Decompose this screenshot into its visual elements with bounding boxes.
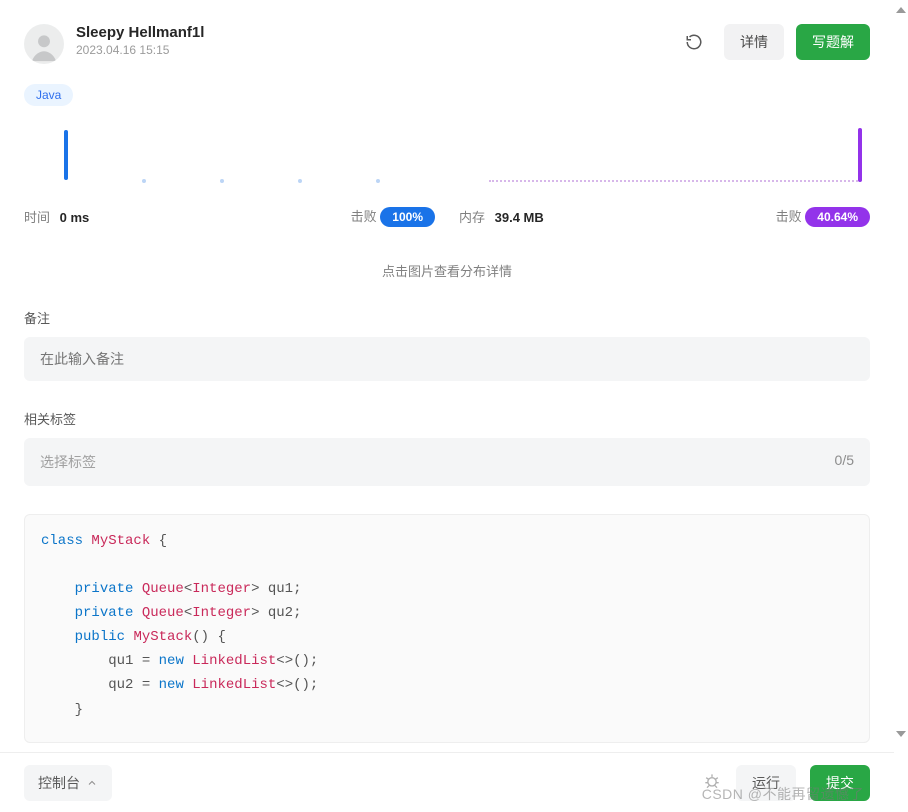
refresh-button[interactable]: [676, 24, 712, 60]
stats-row: 时间 0 ms 击败 100% 内存 39.4 MB 击败: [24, 128, 870, 227]
runtime-chart[interactable]: [24, 128, 435, 184]
refresh-icon: [685, 33, 703, 51]
memory-track-icon: [489, 180, 858, 182]
memory-bar-icon: [858, 128, 862, 182]
distribution-hint[interactable]: 点击图片查看分布详情: [24, 261, 870, 280]
memory-beats-label: 击败: [776, 209, 802, 224]
code-kw: private: [75, 605, 134, 621]
avatar[interactable]: [24, 24, 64, 64]
header-actions: 详情 写题解: [676, 24, 870, 60]
runtime-labels: 时间 0 ms 击败 100%: [24, 206, 435, 227]
vertical-scrollbar[interactable]: [894, 0, 908, 812]
code-kw: public: [75, 629, 125, 645]
runtime-value: 0 ms: [60, 210, 90, 225]
detail-button[interactable]: 详情: [724, 24, 784, 60]
username[interactable]: Sleepy Hellmanf1l: [76, 24, 676, 41]
code-brace: {: [150, 533, 167, 549]
runtime-panel[interactable]: 时间 0 ms 击败 100%: [24, 128, 435, 227]
code-kw: class: [41, 533, 83, 549]
content-area: Sleepy Hellmanf1l 2023.04.16 15:15 详情 写题…: [0, 0, 894, 752]
tag-count: 0/5: [835, 452, 854, 472]
memory-panel[interactable]: 内存 39.4 MB 击败 40.64%: [459, 128, 870, 227]
code-ctor: MyStack: [133, 629, 192, 645]
code-classname: MyStack: [91, 533, 150, 549]
submit-button[interactable]: 提交: [810, 765, 870, 801]
memory-beats-badge: 40.64%: [805, 207, 870, 227]
runtime-label: 时间: [24, 210, 50, 225]
code-type: Queue: [142, 581, 184, 597]
code-block[interactable]: class MyStack { private Queue<Integer> q…: [24, 514, 870, 743]
runtime-dots: [24, 179, 435, 183]
tag-select[interactable]: 选择标签 0/5: [24, 438, 870, 486]
code-kw: private: [75, 581, 134, 597]
user-block: Sleepy Hellmanf1l 2023.04.16 15:15: [76, 24, 676, 57]
submission-header: Sleepy Hellmanf1l 2023.04.16 15:15 详情 写题…: [24, 24, 870, 64]
memory-label: 内存: [459, 210, 485, 225]
timestamp: 2023.04.16 15:15: [76, 43, 676, 57]
memory-chart[interactable]: [459, 128, 870, 184]
debug-icon[interactable]: [702, 771, 722, 794]
scroll-down-icon[interactable]: [896, 730, 906, 740]
runtime-beats-label: 击败: [351, 209, 377, 224]
language-tag[interactable]: Java: [24, 84, 73, 106]
scroll-up-icon[interactable]: [896, 4, 906, 14]
tag-placeholder: 选择标签: [40, 452, 96, 472]
runtime-bar-icon: [64, 130, 68, 180]
console-label: 控制台: [38, 773, 80, 793]
write-solution-button[interactable]: 写题解: [796, 24, 870, 60]
console-toggle[interactable]: 控制台: [24, 765, 112, 801]
tags-section-label: 相关标签: [24, 409, 870, 428]
footer-actions: 运行 提交: [702, 765, 870, 801]
memory-labels: 内存 39.4 MB 击败 40.64%: [459, 206, 870, 227]
user-icon: [27, 30, 61, 64]
chevron-up-icon: [86, 777, 98, 789]
runtime-beats-badge: 100%: [380, 207, 435, 227]
notes-section-label: 备注: [24, 308, 870, 327]
memory-value: 39.4 MB: [495, 210, 544, 225]
run-button[interactable]: 运行: [736, 765, 796, 801]
footer-bar: 控制台 运行 提交: [0, 752, 894, 812]
notes-input[interactable]: [24, 337, 870, 381]
